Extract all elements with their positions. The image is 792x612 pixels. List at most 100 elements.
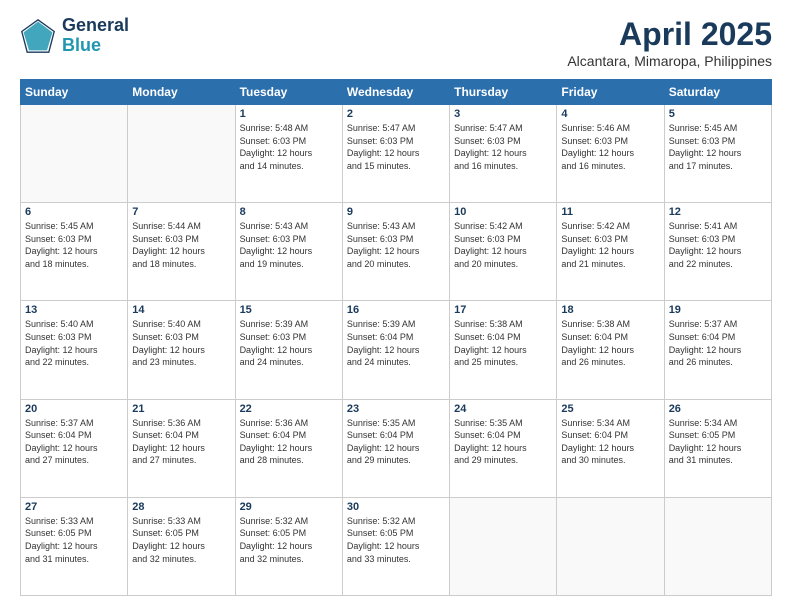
day-number: 6: [25, 206, 123, 218]
calendar-header-thursday: Thursday: [450, 80, 557, 105]
day-number: 2: [347, 108, 445, 120]
calendar-cell: 5 Sunrise: 5:45 AM Sunset: 6:03 PM Daylig…: [664, 105, 771, 203]
calendar-cell: [664, 497, 771, 595]
day-info: Sunrise: 5:39 AM Sunset: 6:04 PM Dayligh…: [347, 318, 445, 368]
calendar-cell: 29Sunrise: 5:32 AM Sunset: 6:05 PM Dayli…: [235, 497, 342, 595]
logo: General Blue: [20, 16, 129, 56]
calendar-cell: 21 Sunrise: 5:36 AM Sunset: 6:04 PM Dayli…: [128, 399, 235, 497]
day-number: 8: [240, 206, 338, 218]
calendar-header-row: SundayMondayTuesdayWednesdayThursdayFrid…: [21, 80, 772, 105]
week-row-2: 6 Sunrise: 5:45 AM Sunset: 6:03 PM Daylig…: [21, 203, 772, 301]
calendar-cell: 3Sunrise: 5:47 AM Sunset: 6:03 PM Daylig…: [450, 105, 557, 203]
day-number: 18: [561, 304, 659, 316]
day-number: 27: [25, 501, 123, 513]
day-info: Sunrise: 5:36 AM Sunset: 6:04 PM Dayligh…: [132, 417, 230, 467]
day-info: Sunrise: 5:48 AM Sunset: 6:03 PM Dayligh…: [240, 122, 338, 172]
day-info: Sunrise: 5:46 AM Sunset: 6:03 PM Dayligh…: [561, 122, 659, 172]
day-number: 21: [132, 403, 230, 415]
calendar-cell: 19 Sunrise: 5:37 AM Sunset: 6:04 PM Dayli…: [664, 301, 771, 399]
day-info: Sunrise: 5:35 AM Sunset: 6:04 PM Dayligh…: [347, 417, 445, 467]
calendar-table: SundayMondayTuesdayWednesdayThursdayFrid…: [20, 79, 772, 596]
day-info: Sunrise: 5:45 AM Sunset: 6:03 PM Dayligh…: [669, 122, 767, 172]
day-info: Sunrise: 5:33 AM Sunset: 6:05 PM Dayligh…: [132, 515, 230, 565]
day-info: Sunrise: 5:45 AM Sunset: 6:03 PM Dayligh…: [25, 220, 123, 270]
day-number: 3: [454, 108, 552, 120]
title-section: April 2025 Alcantara, Mimaropa, Philippi…: [567, 16, 772, 69]
calendar-cell: 28 Sunrise: 5:33 AM Sunset: 6:05 PM Dayli…: [128, 497, 235, 595]
calendar-cell: 12Sunrise: 5:41 AM Sunset: 6:03 PM Dayli…: [664, 203, 771, 301]
day-number: 22: [240, 403, 338, 415]
day-number: 11: [561, 206, 659, 218]
calendar-header-wednesday: Wednesday: [342, 80, 449, 105]
calendar-header-tuesday: Tuesday: [235, 80, 342, 105]
day-info: Sunrise: 5:39 AM Sunset: 6:03 PM Dayligh…: [240, 318, 338, 368]
subtitle: Alcantara, Mimaropa, Philippines: [567, 53, 772, 69]
day-info: Sunrise: 5:33 AM Sunset: 6:05 PM Dayligh…: [25, 515, 123, 565]
calendar-cell: 10 Sunrise: 5:42 AM Sunset: 6:03 PM Dayli…: [450, 203, 557, 301]
calendar-cell: 16 Sunrise: 5:39 AM Sunset: 6:04 PM Dayli…: [342, 301, 449, 399]
logo-line1: General: [62, 16, 129, 36]
page: General Blue April 2025 Alcantara, Mimar…: [0, 0, 792, 612]
calendar-cell: [557, 497, 664, 595]
calendar-cell: 13 Sunrise: 5:40 AM Sunset: 6:03 PM Dayli…: [21, 301, 128, 399]
day-info: Sunrise: 5:37 AM Sunset: 6:04 PM Dayligh…: [669, 318, 767, 368]
calendar-cell: 27 Sunrise: 5:33 AM Sunset: 6:05 PM Dayli…: [21, 497, 128, 595]
day-info: Sunrise: 5:42 AM Sunset: 6:03 PM Dayligh…: [454, 220, 552, 270]
day-number: 24: [454, 403, 552, 415]
day-info: Sunrise: 5:36 AM Sunset: 6:04 PM Dayligh…: [240, 417, 338, 467]
calendar-cell: 14Sunrise: 5:40 AM Sunset: 6:03 PM Dayli…: [128, 301, 235, 399]
calendar-header-sunday: Sunday: [21, 80, 128, 105]
day-info: Sunrise: 5:43 AM Sunset: 6:03 PM Dayligh…: [347, 220, 445, 270]
calendar-cell: 8 Sunrise: 5:43 AM Sunset: 6:03 PM Daylig…: [235, 203, 342, 301]
logo-icon: [20, 18, 56, 54]
day-number: 15: [240, 304, 338, 316]
day-info: Sunrise: 5:35 AM Sunset: 6:04 PM Dayligh…: [454, 417, 552, 467]
calendar-cell: 7 Sunrise: 5:44 AM Sunset: 6:03 PM Daylig…: [128, 203, 235, 301]
day-number: 1: [240, 108, 338, 120]
day-number: 30: [347, 501, 445, 513]
calendar-cell: 30Sunrise: 5:32 AM Sunset: 6:05 PM Dayli…: [342, 497, 449, 595]
logo-text: General Blue: [62, 16, 129, 56]
day-number: 19: [669, 304, 767, 316]
day-number: 23: [347, 403, 445, 415]
day-number: 9: [347, 206, 445, 218]
day-info: Sunrise: 5:42 AM Sunset: 6:03 PM Dayligh…: [561, 220, 659, 270]
calendar-cell: 2Sunrise: 5:47 AM Sunset: 6:03 PM Daylig…: [342, 105, 449, 203]
calendar-cell: 22 Sunrise: 5:36 AM Sunset: 6:04 PM Dayli…: [235, 399, 342, 497]
day-info: Sunrise: 5:40 AM Sunset: 6:03 PM Dayligh…: [25, 318, 123, 368]
day-number: 4: [561, 108, 659, 120]
day-info: Sunrise: 5:37 AM Sunset: 6:04 PM Dayligh…: [25, 417, 123, 467]
week-row-3: 13 Sunrise: 5:40 AM Sunset: 6:03 PM Dayli…: [21, 301, 772, 399]
day-number: 25: [561, 403, 659, 415]
day-number: 7: [132, 206, 230, 218]
logo-line2: Blue: [62, 36, 129, 56]
day-info: Sunrise: 5:44 AM Sunset: 6:03 PM Dayligh…: [132, 220, 230, 270]
calendar-cell: 6 Sunrise: 5:45 AM Sunset: 6:03 PM Daylig…: [21, 203, 128, 301]
calendar-cell: 23 Sunrise: 5:35 AM Sunset: 6:04 PM Dayli…: [342, 399, 449, 497]
calendar-cell: [128, 105, 235, 203]
week-row-4: 20 Sunrise: 5:37 AM Sunset: 6:04 PM Dayli…: [21, 399, 772, 497]
calendar-header-saturday: Saturday: [664, 80, 771, 105]
calendar-header-friday: Friday: [557, 80, 664, 105]
day-number: 17: [454, 304, 552, 316]
day-info: Sunrise: 5:40 AM Sunset: 6:03 PM Dayligh…: [132, 318, 230, 368]
day-number: 20: [25, 403, 123, 415]
day-number: 13: [25, 304, 123, 316]
calendar-cell: 26Sunrise: 5:34 AM Sunset: 6:05 PM Dayli…: [664, 399, 771, 497]
day-number: 28: [132, 501, 230, 513]
day-info: Sunrise: 5:34 AM Sunset: 6:04 PM Dayligh…: [561, 417, 659, 467]
day-info: Sunrise: 5:41 AM Sunset: 6:03 PM Dayligh…: [669, 220, 767, 270]
day-number: 26: [669, 403, 767, 415]
day-number: 5: [669, 108, 767, 120]
week-row-5: 27 Sunrise: 5:33 AM Sunset: 6:05 PM Dayli…: [21, 497, 772, 595]
calendar-cell: 24 Sunrise: 5:35 AM Sunset: 6:04 PM Dayli…: [450, 399, 557, 497]
day-info: Sunrise: 5:38 AM Sunset: 6:04 PM Dayligh…: [454, 318, 552, 368]
calendar-cell: [21, 105, 128, 203]
main-title: April 2025: [567, 16, 772, 53]
calendar-cell: 15 Sunrise: 5:39 AM Sunset: 6:03 PM Dayli…: [235, 301, 342, 399]
day-number: 16: [347, 304, 445, 316]
day-number: 29: [240, 501, 338, 513]
day-info: Sunrise: 5:43 AM Sunset: 6:03 PM Dayligh…: [240, 220, 338, 270]
calendar-header-monday: Monday: [128, 80, 235, 105]
day-number: 10: [454, 206, 552, 218]
